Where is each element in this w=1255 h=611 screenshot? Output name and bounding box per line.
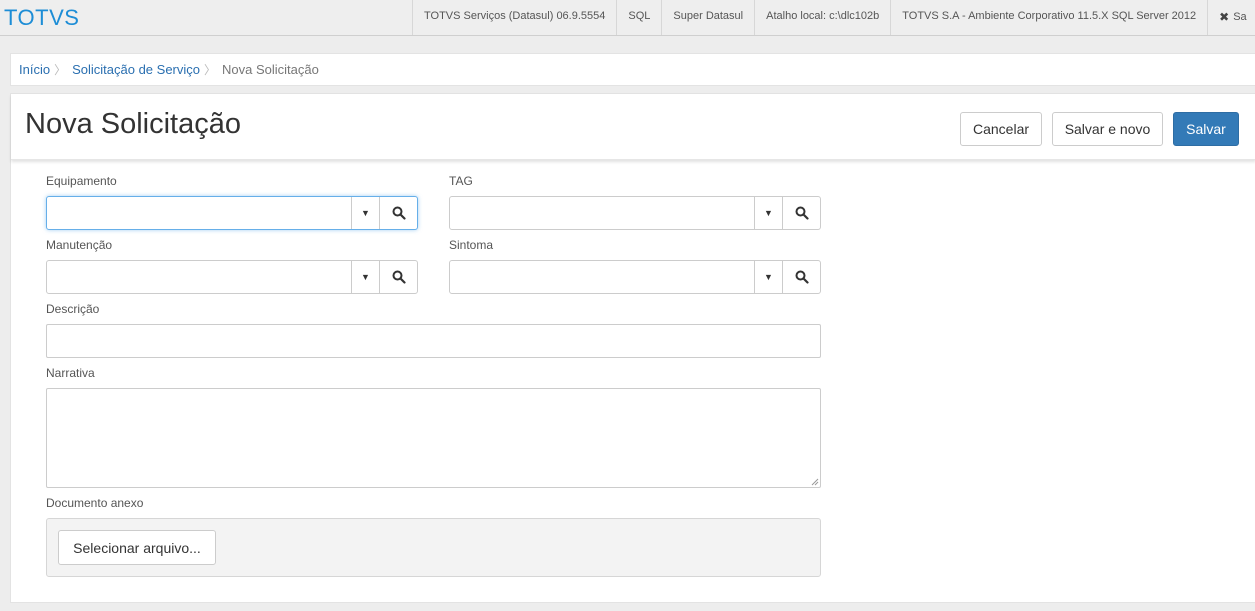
caret-down-icon: ▼: [764, 272, 773, 282]
save-button[interactable]: Salvar: [1173, 112, 1239, 146]
brand-logo[interactable]: TOTVS: [4, 5, 79, 31]
breadcrumb-home[interactable]: Início: [19, 62, 50, 77]
search-icon: [795, 270, 809, 284]
manutencao-label: Manutenção: [46, 238, 113, 252]
equipamento-input[interactable]: [47, 197, 351, 229]
narrativa-textarea[interactable]: [46, 388, 821, 488]
caret-down-icon: ▼: [361, 208, 370, 218]
breadcrumb-current: Nova Solicitação: [222, 62, 319, 77]
equipamento-search-button[interactable]: [379, 197, 417, 229]
breadcrumb-separator-icon: 〉: [204, 63, 217, 77]
breadcrumb: Início 〉 Solicitação de Serviço 〉 Nova S…: [10, 53, 1255, 86]
local-shortcut: Atalho local: c:\dlc102b: [754, 0, 890, 35]
product-version: TOTVS Serviços (Datasul) 06.9.5554: [412, 0, 616, 35]
manutencao-dropdown-button[interactable]: ▼: [351, 261, 379, 293]
environment-info: TOTVS Serviços (Datasul) 06.9.5554 SQL S…: [412, 0, 1247, 35]
search-icon: [392, 270, 406, 284]
select-file-button[interactable]: Selecionar arquivo...: [58, 530, 216, 565]
equipamento-label: Equipamento: [46, 174, 117, 188]
sintoma-label: Sintoma: [449, 238, 494, 252]
caret-down-icon: ▼: [361, 272, 370, 282]
page-header: Nova Solicitação Cancelar Salvar e novo …: [11, 94, 1255, 160]
breadcrumb-service-request[interactable]: Solicitação de Serviço: [72, 62, 200, 77]
logout-label: Sa: [1233, 11, 1247, 23]
file-upload-area: Selecionar arquivo...: [46, 518, 821, 577]
manutencao-input[interactable]: [47, 261, 351, 293]
equipamento-dropdown-button[interactable]: ▼: [351, 197, 379, 229]
sintoma-lookup: ▼: [449, 260, 821, 294]
sintoma-search-button[interactable]: [782, 261, 820, 293]
tag-label: TAG: [449, 174, 473, 188]
tag-lookup: ▼: [449, 196, 821, 230]
main-card: Nova Solicitação Cancelar Salvar e novo …: [10, 93, 1255, 603]
caret-down-icon: ▼: [764, 208, 773, 218]
narrativa-label: Narrativa: [46, 366, 95, 380]
manutencao-search-button[interactable]: [379, 261, 417, 293]
tag-dropdown-button[interactable]: ▼: [754, 197, 782, 229]
manutencao-lookup: ▼: [46, 260, 418, 294]
breadcrumb-separator-icon: 〉: [54, 63, 67, 77]
close-icon: ✖: [1219, 10, 1230, 24]
descricao-input[interactable]: [46, 324, 821, 358]
search-icon: [392, 206, 406, 220]
tag-search-button[interactable]: [782, 197, 820, 229]
sintoma-dropdown-button[interactable]: ▼: [754, 261, 782, 293]
user-name: Super Datasul: [661, 0, 754, 35]
database-type: SQL: [616, 0, 661, 35]
save-and-new-button[interactable]: Salvar e novo: [1052, 112, 1163, 146]
resize-handle-icon[interactable]: [811, 478, 819, 486]
page-title: Nova Solicitação: [25, 108, 241, 140]
top-bar: TOTVS TOTVS Serviços (Datasul) 06.9.5554…: [0, 0, 1255, 36]
sintoma-input[interactable]: [450, 261, 754, 293]
search-icon: [795, 206, 809, 220]
logout-button[interactable]: ✖ Sa: [1207, 0, 1247, 35]
environment-name: TOTVS S.A - Ambiente Corporativo 11.5.X …: [890, 0, 1207, 35]
descricao-label: Descrição: [46, 302, 100, 316]
cancel-button[interactable]: Cancelar: [960, 112, 1042, 146]
documento-label: Documento anexo: [46, 496, 144, 510]
equipamento-lookup: ▼: [46, 196, 418, 230]
tag-input[interactable]: [450, 197, 754, 229]
